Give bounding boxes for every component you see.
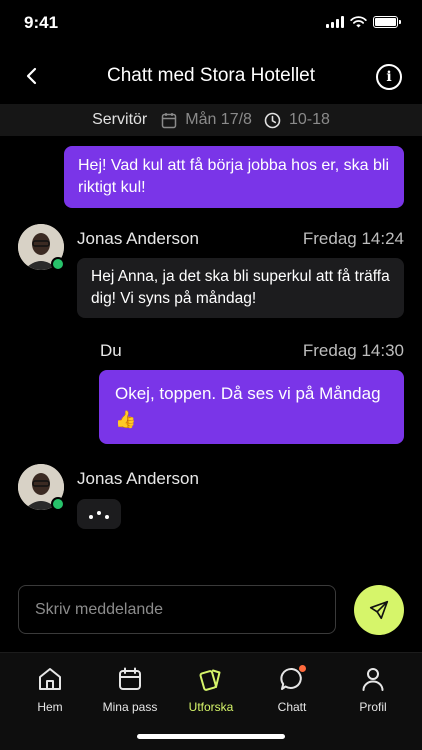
info-button[interactable]: i (376, 64, 402, 90)
message-timestamp: Fredag 14:30 (302, 341, 404, 360)
home-icon (39, 668, 61, 690)
shift-role: Servitör (92, 111, 148, 128)
avatar[interactable] (18, 224, 65, 271)
typing-indicator (77, 499, 121, 529)
tab-chatt[interactable]: Chatt (250, 665, 334, 715)
page-title: Chatt med Stora Hotellet (106, 65, 316, 86)
cards-icon (199, 669, 221, 691)
sender-name: Jonas Anderson (77, 469, 199, 488)
chat-messages: Hej! Vad kul att få börja jobba hos er, … (0, 136, 422, 576)
shift-date: Mån 17/8 (185, 111, 252, 128)
sender-name: Jonas Anderson (77, 229, 199, 248)
clock-icon (264, 112, 281, 128)
tab-mina-pass[interactable]: Mina pass (88, 665, 172, 715)
tab-label: Mina pass (102, 700, 158, 714)
calendar-icon (119, 667, 141, 690)
wifi-icon (350, 16, 367, 28)
shift-info-bar: Servitör Mån 17/8 10-18 (0, 104, 422, 136)
user-icon (362, 668, 384, 691)
tab-label: Utforska (188, 700, 234, 714)
online-status-indicator (51, 257, 65, 271)
send-button[interactable] (354, 585, 404, 635)
message-bubble-incoming[interactable]: Hej Anna, ja det ska bli superkul att få… (77, 258, 404, 318)
tab-utforska[interactable]: Utforska (169, 665, 253, 715)
calendar-icon (161, 112, 177, 128)
tab-profil[interactable]: Profil (331, 665, 415, 715)
info-icon: i (386, 69, 392, 85)
status-time: 9:41 (24, 13, 59, 32)
home-indicator (137, 734, 285, 739)
avatar[interactable] (18, 464, 65, 511)
message-input[interactable] (18, 585, 336, 634)
online-status-indicator (51, 497, 65, 511)
message-bubble-outgoing[interactable]: Okej, toppen. Då ses vi på Måndag 👍 (99, 370, 404, 444)
tab-home[interactable]: Hem (8, 665, 92, 715)
message-timestamp: Fredag 14:24 (302, 229, 404, 248)
send-icon (369, 600, 389, 620)
chat-header: Chatt med Stora Hotellet i (0, 50, 422, 104)
notification-badge (299, 665, 306, 672)
shift-hours: 10-18 (288, 111, 330, 128)
tab-label: Profil (359, 700, 387, 714)
tab-label: Chatt (277, 700, 307, 714)
status-bar: 9:41 (0, 0, 422, 50)
status-icons (326, 16, 401, 28)
sender-name: Du (100, 341, 122, 360)
battery-icon (373, 16, 401, 28)
cellular-signal-icon (326, 16, 344, 28)
tab-label: Hem (37, 700, 63, 714)
message-bubble-outgoing[interactable]: Hej! Vad kul att få börja jobba hos er, … (64, 146, 404, 208)
